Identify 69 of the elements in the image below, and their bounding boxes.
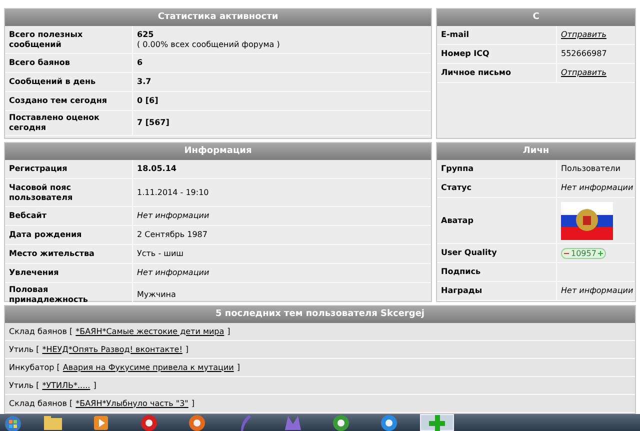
panel-header: Личн (437, 143, 635, 160)
closing-bracket: ] (236, 362, 240, 372)
row-label: Всего баянов (9, 58, 70, 68)
row-value: 2 Сентябрь 1987 (137, 230, 208, 240)
row-label: Номер ICQ (441, 49, 490, 59)
row-value: Мужчина (137, 290, 177, 300)
forum-name: Инкубатор [ (9, 362, 60, 372)
row-label: Аватар (441, 216, 474, 226)
plus-icon (429, 414, 445, 430)
forum-name: Склад баянов [ (9, 326, 73, 336)
row-label: Группа (441, 164, 474, 174)
topic-link[interactable]: *БАЯН*Улыбнуло часть "3" (76, 398, 188, 408)
closing-bracket: ] (185, 344, 189, 354)
closing-bracket: ] (227, 326, 230, 336)
flag-avatar (561, 202, 613, 240)
row-label: Дата рождения (9, 230, 82, 240)
row-value: 18.05.14 (137, 164, 178, 174)
topic-link[interactable]: *БАЯН*Самые жестокие дети мира (76, 326, 224, 336)
row-value: Пользователи (561, 164, 622, 174)
forum-name: Утиль [ (9, 380, 40, 390)
row-label: E-mail (441, 30, 470, 40)
feather-icon (239, 414, 251, 430)
closing-bracket: ] (191, 398, 194, 408)
plus-icon[interactable] (598, 250, 604, 256)
row-value: 3.7 (137, 77, 152, 87)
row-value: 6 (137, 58, 144, 68)
panel-header: Информация (5, 143, 431, 160)
quality-badge: 10957 (561, 248, 606, 258)
forum-name: Склад баянов [ (9, 398, 73, 408)
send-link[interactable]: Отправить (561, 30, 631, 40)
row-label: Статус (441, 183, 472, 193)
forum-name: Утиль [ (9, 344, 40, 354)
row-value: 0 [6] (137, 96, 160, 106)
row-value: Нет информации (561, 183, 634, 193)
row-value: Нет информации (137, 268, 210, 278)
row-label: Личное письмо (441, 68, 511, 78)
row-label: Награды (441, 286, 482, 296)
row-value: 7 [567] (137, 118, 170, 128)
row-label: Сообщений в день (9, 77, 96, 87)
row-label: Часовой пояс пользователя (9, 182, 74, 202)
topic-link[interactable]: *НЕУД*Опять Развод! вконтакте! (42, 344, 182, 354)
row-label: Всего полезных сообщений (9, 30, 84, 50)
row-value: Усть - шиш (137, 249, 184, 259)
panel-header: 5 последних тем пользователя Skcergej (5, 306, 635, 323)
closing-bracket: ] (93, 380, 96, 390)
row-label: Регистрация (9, 164, 68, 174)
row-value: 625 (137, 30, 155, 40)
topic-link[interactable]: Авария на Фукусиме привела к мутации (62, 362, 234, 372)
folder-icon (44, 416, 62, 430)
row-label: Половая принадлежность (9, 285, 89, 305)
minus-icon[interactable] (564, 250, 569, 256)
row-value: Нет информации (561, 286, 634, 296)
send-link[interactable]: Отправить (561, 68, 631, 78)
media-player-icon (94, 416, 108, 430)
row-value: Нет информации (137, 211, 210, 221)
row-label: Подпись (441, 267, 481, 277)
row-label: User Quality (441, 248, 497, 258)
row-label: Создано тем сегодня (9, 96, 108, 106)
panel-header: С (437, 9, 635, 26)
row-label: Место жительства (9, 249, 94, 259)
topic-link[interactable]: *УТИЛЬ*..... (42, 380, 90, 390)
row-label: Увлечения (9, 268, 59, 278)
row-label: Вебсайт (9, 211, 46, 221)
row-value: 1.11.2014 - 19:10 (137, 188, 210, 198)
panel-header: Статистика активности (5, 9, 431, 26)
row-note: ( 0.00% всех сообщений форума ) (137, 40, 281, 50)
start-button[interactable] (4, 414, 22, 430)
row-value: 552666987 (561, 49, 608, 59)
row-label: Поставлено оценок сегодня (9, 113, 100, 133)
